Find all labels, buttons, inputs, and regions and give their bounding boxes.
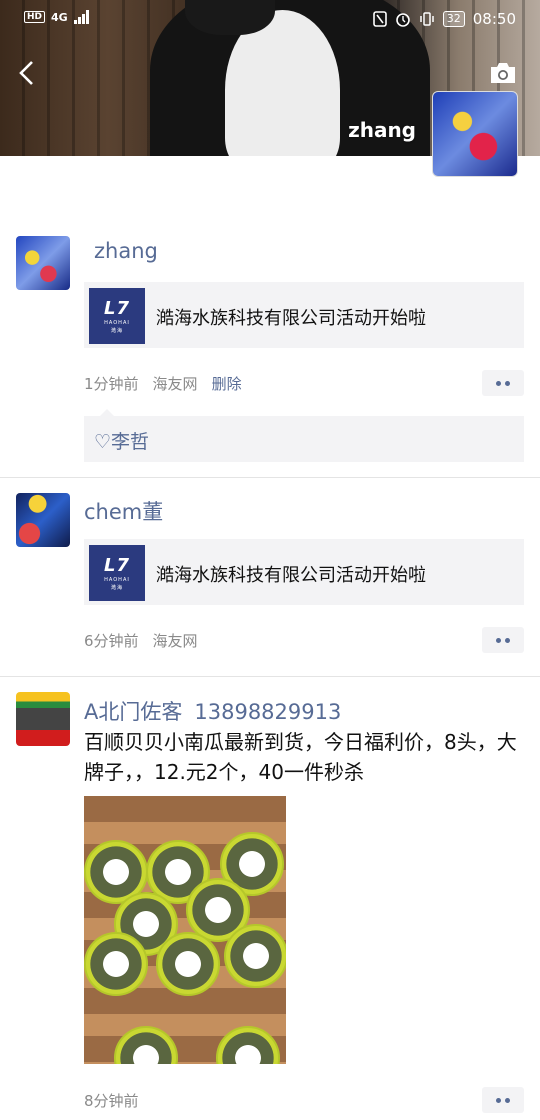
- dot-icon: [505, 637, 510, 643]
- divider: [0, 676, 540, 677]
- post-meta: 1分钟前 海友网 删除: [84, 373, 242, 394]
- post-avatar[interactable]: [16, 692, 70, 746]
- photo-melon: [216, 1026, 280, 1064]
- photo-melon: [156, 932, 220, 996]
- back-button[interactable]: [14, 56, 44, 90]
- share-logo-text: HAOHAI: [104, 577, 130, 583]
- delete-link[interactable]: 删除: [212, 373, 242, 394]
- post-author[interactable]: A北门佐客 13898829913: [84, 696, 341, 726]
- vibrate-icon: [420, 12, 434, 26]
- signal-icon: [73, 10, 89, 24]
- post-author-name: A北门佐客: [84, 700, 183, 724]
- share-logo-sub: 澔海: [110, 328, 123, 334]
- likes-arrow: [100, 409, 114, 416]
- post-avatar[interactable]: [16, 493, 70, 547]
- post-author[interactable]: zhang: [94, 239, 158, 263]
- post-photo[interactable]: [84, 796, 286, 1064]
- dot-icon: [496, 380, 501, 386]
- share-logo-mark: L7: [104, 555, 130, 576]
- more-button[interactable]: [482, 627, 524, 653]
- dot-icon: [505, 1097, 510, 1103]
- profile-avatar[interactable]: [432, 91, 518, 177]
- share-logo-mark: L7: [104, 298, 130, 319]
- status-bar: HD 4G 32 08:50: [0, 0, 540, 40]
- post-avatar[interactable]: [16, 236, 70, 290]
- chevron-left-icon: [19, 61, 33, 85]
- network-type: 4G: [51, 10, 68, 24]
- profile-name: zhang: [348, 118, 416, 142]
- dot-icon: [496, 1097, 501, 1103]
- photo-melon: [84, 932, 148, 996]
- share-title: 澔海水族科技有限公司活动开始啦: [156, 308, 426, 329]
- share-logo: L7 HAOHAI 澔海: [89, 545, 145, 601]
- hd-icon: HD: [24, 11, 46, 23]
- share-card[interactable]: L7 HAOHAI 澔海 澔海水族科技有限公司活动开始啦: [84, 282, 524, 348]
- clock: 08:50: [472, 10, 516, 28]
- divider: [0, 477, 540, 478]
- share-card[interactable]: L7 HAOHAI 澔海 澔海水族科技有限公司活动开始啦: [84, 539, 524, 605]
- post-time: 1分钟前: [84, 375, 139, 393]
- post-time: 8分钟前: [84, 1092, 139, 1110]
- dot-icon: [496, 637, 501, 643]
- post-meta: 8分钟前: [84, 1090, 139, 1111]
- post-source[interactable]: 海友网: [153, 373, 198, 394]
- camera-icon: [491, 63, 515, 83]
- camera-button[interactable]: [488, 60, 518, 86]
- more-button[interactable]: [482, 370, 524, 396]
- post-author-phone: 13898829913: [194, 700, 342, 724]
- share-title: 澔海水族科技有限公司活动开始啦: [156, 565, 426, 586]
- share-logo-text: HAOHAI: [104, 320, 130, 326]
- status-left: HD 4G: [24, 10, 90, 24]
- post-time: 6分钟前: [84, 632, 139, 650]
- nfc-icon: [372, 11, 387, 27]
- post-author[interactable]: chem董: [84, 496, 163, 526]
- status-right: 32 08:50: [372, 10, 516, 28]
- alarm-icon: [395, 13, 410, 27]
- battery-level: 32: [442, 11, 465, 27]
- post-source[interactable]: 海友网: [153, 630, 198, 651]
- dot-icon: [505, 380, 510, 386]
- share-logo-sub: 澔海: [110, 585, 123, 591]
- more-button[interactable]: [482, 1087, 524, 1113]
- share-logo: L7 HAOHAI 澔海: [89, 288, 145, 344]
- likes-box[interactable]: ♡李哲: [84, 416, 524, 462]
- photo-melon: [224, 924, 286, 988]
- post-meta: 6分钟前 海友网: [84, 630, 198, 651]
- photo-melon: [114, 1026, 178, 1064]
- post-text: 百顺贝贝小南瓜最新到货，今日福利价，8头，大牌子，，12.元2个，40一件秒杀: [84, 730, 517, 784]
